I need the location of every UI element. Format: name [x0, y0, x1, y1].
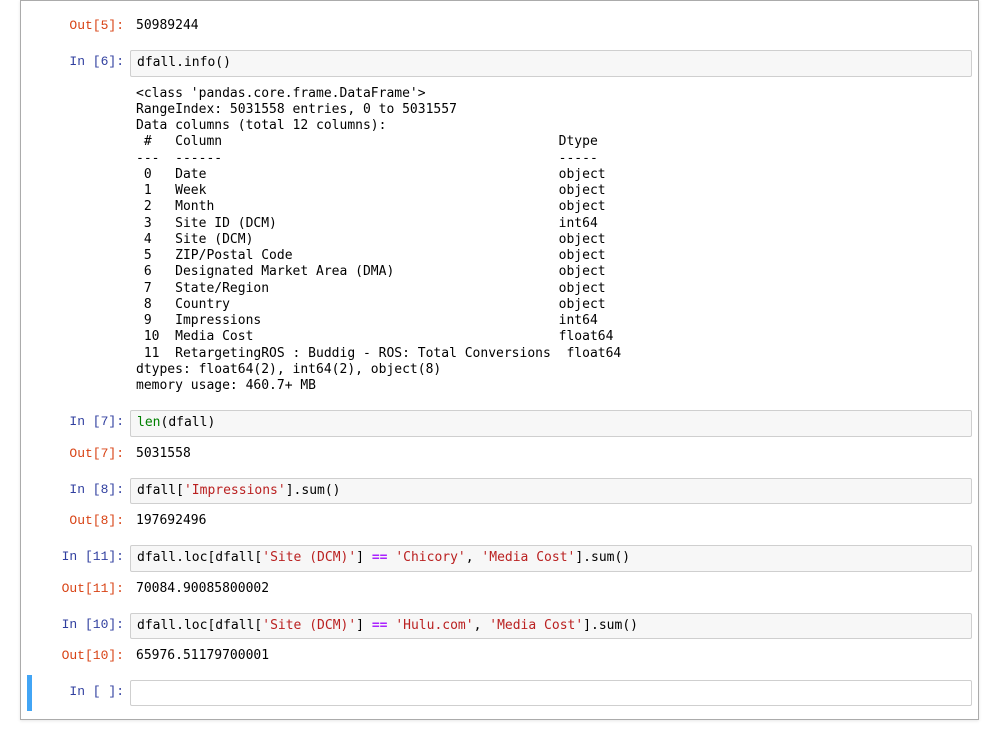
code-token: dfall — [137, 618, 176, 633]
code-token: sum — [301, 483, 324, 498]
out-prompt-7: Out[7]: — [34, 442, 130, 466]
cell-out-5: Out[5]: 50989244 — [27, 9, 972, 43]
cell-in-10[interactable]: In [10]: dfall.loc[dfall['Site (DCM)'] =… — [27, 608, 972, 674]
code-token: [ — [176, 483, 184, 498]
out-prompt-8: Out[8]: — [34, 509, 130, 533]
code-token: loc — [184, 618, 207, 633]
code-token: ] — [356, 550, 364, 565]
code-token: 'Site (DCM)' — [262, 618, 356, 633]
code-input-empty[interactable] — [130, 680, 972, 706]
notebook-container: Out[5]: 50989244 In [6]: dfall.info() <c… — [20, 0, 979, 720]
out-prompt-11: Out[11]: — [34, 577, 130, 601]
in-prompt-10: In [10]: — [34, 613, 130, 637]
code-token: loc — [184, 550, 207, 565]
code-token: 'Chicory' — [395, 550, 465, 565]
code-token: , — [466, 550, 474, 565]
out-prompt-10: Out[10]: — [34, 644, 130, 668]
empty-prompt — [34, 82, 130, 90]
code-input-10[interactable]: dfall.loc[dfall['Site (DCM)'] == 'Hulu.c… — [130, 613, 972, 639]
output-5: 50989244 — [130, 14, 972, 38]
in-prompt-7: In [7]: — [34, 410, 130, 434]
code-token: . — [176, 55, 184, 70]
code-token: () — [215, 55, 231, 70]
code-token: ) — [207, 415, 215, 430]
output-10: 65976.51179700001 — [130, 644, 972, 668]
cell-in-8[interactable]: In [8]: dfall['Impressions'].sum() Out[8… — [27, 473, 972, 539]
code-token: dfall — [137, 550, 176, 565]
code-token: == — [372, 618, 388, 633]
code-token: 'Hulu.com' — [395, 618, 473, 633]
cell-in-6[interactable]: In [6]: dfall.info() <class 'pandas.core… — [27, 45, 972, 403]
output-7: 5031558 — [130, 442, 972, 466]
code-token — [364, 618, 372, 633]
code-token: () — [325, 483, 341, 498]
code-token: sum — [599, 618, 622, 633]
code-input-8[interactable]: dfall['Impressions'].sum() — [130, 478, 972, 504]
output-8: 197692496 — [130, 509, 972, 533]
code-token — [364, 550, 372, 565]
code-input-6[interactable]: dfall.info() — [130, 50, 972, 76]
code-token: == — [372, 550, 388, 565]
in-prompt-8: In [8]: — [34, 478, 130, 502]
code-token: info — [184, 55, 215, 70]
code-token: sum — [591, 550, 614, 565]
code-token: dfall — [215, 618, 254, 633]
code-token: () — [622, 618, 638, 633]
code-token: 'Media Cost' — [481, 550, 575, 565]
code-input-11[interactable]: dfall.loc[dfall['Site (DCM)'] == 'Chicor… — [130, 545, 972, 571]
code-token: len — [137, 415, 160, 430]
output-6: <class 'pandas.core.frame.DataFrame'> Ra… — [130, 82, 972, 399]
code-token: . — [176, 550, 184, 565]
cell-empty[interactable]: In [ ]: — [27, 675, 972, 711]
code-token: dfall — [137, 483, 176, 498]
code-token: ] — [356, 618, 364, 633]
code-token: dfall — [137, 55, 176, 70]
output-11: 70084.90085800002 — [130, 577, 972, 601]
code-token: ] — [286, 483, 294, 498]
in-prompt-11: In [11]: — [34, 545, 130, 569]
code-token: () — [614, 550, 630, 565]
code-token: ] — [575, 550, 583, 565]
in-prompt-6: In [6]: — [34, 50, 130, 74]
code-token: . — [176, 618, 184, 633]
code-token: dfall — [215, 550, 254, 565]
cell-in-11[interactable]: In [11]: dfall.loc[dfall['Site (DCM)'] =… — [27, 540, 972, 606]
in-prompt-empty: In [ ]: — [34, 680, 130, 704]
code-token: ] — [583, 618, 591, 633]
code-token: . — [591, 618, 599, 633]
output-text: <class 'pandas.core.frame.DataFrame'> Ra… — [136, 86, 966, 395]
code-token: 'Media Cost' — [489, 618, 583, 633]
code-token: 'Site (DCM)' — [262, 550, 356, 565]
code-input-7[interactable]: len(dfall) — [130, 410, 972, 436]
code-token: dfall — [168, 415, 207, 430]
cell-in-7[interactable]: In [7]: len(dfall) Out[7]: 5031558 — [27, 405, 972, 471]
code-token: . — [583, 550, 591, 565]
out-prompt-5: Out[5]: — [34, 14, 130, 38]
code-token: 'Impressions' — [184, 483, 286, 498]
